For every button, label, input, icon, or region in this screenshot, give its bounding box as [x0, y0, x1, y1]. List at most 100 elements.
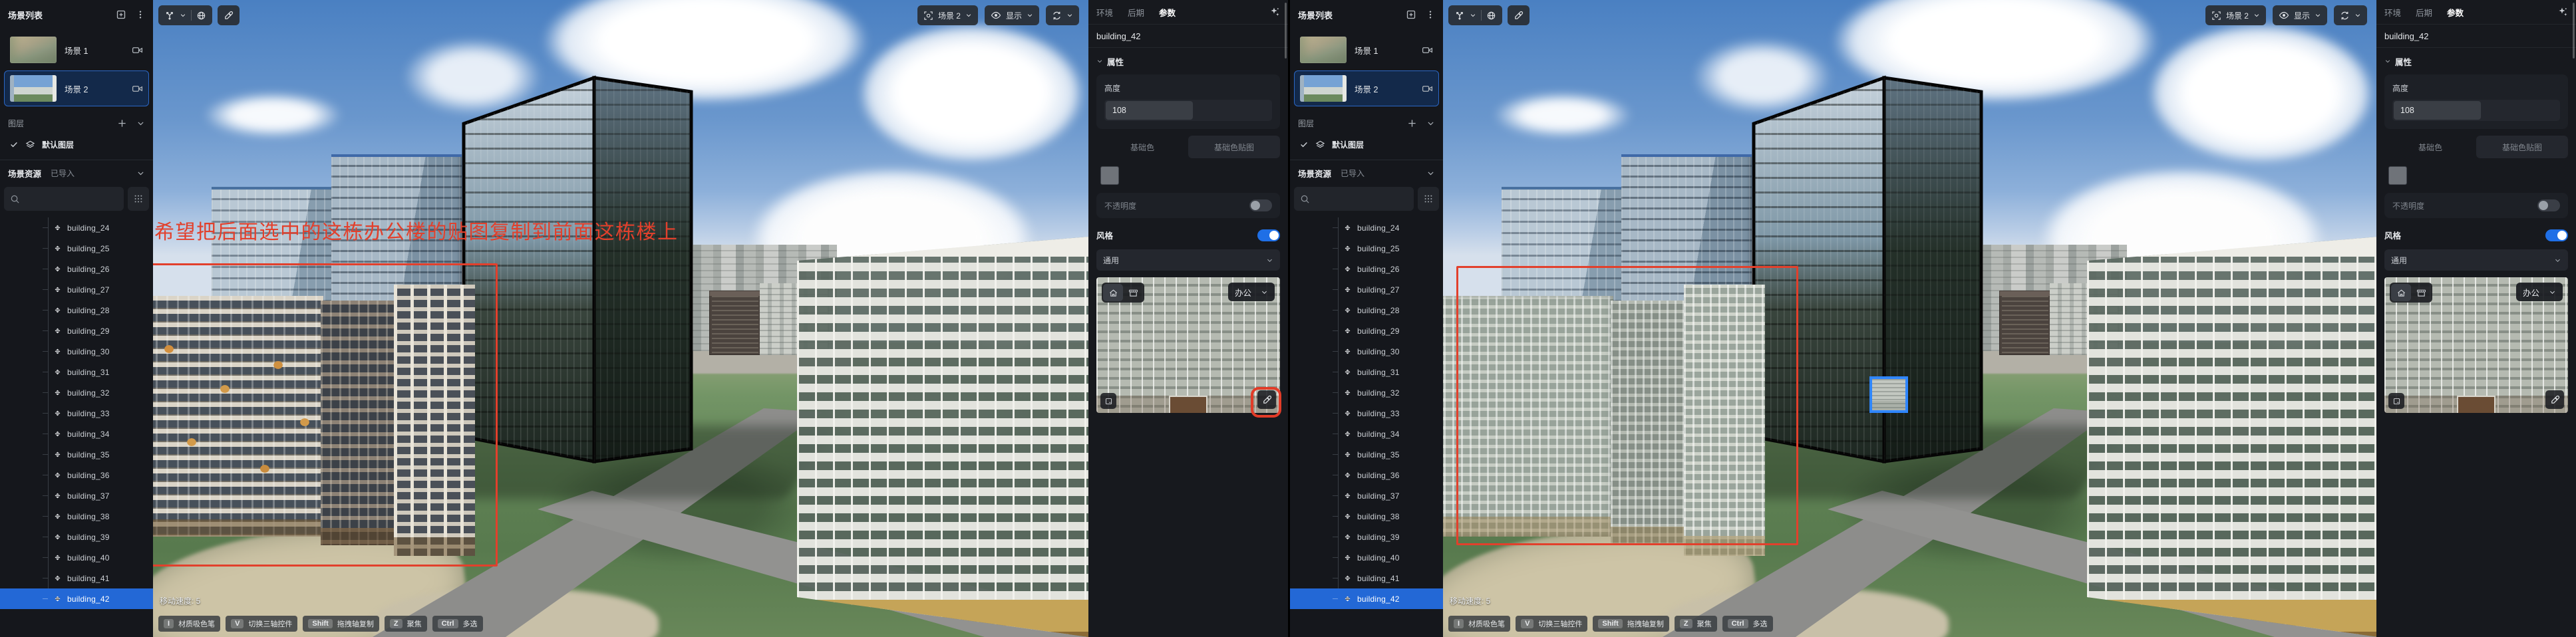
height-input[interactable]: 108 — [1104, 100, 1272, 121]
move-axes-icon[interactable] — [1454, 10, 1465, 21]
properties-section-header[interactable]: 属性 — [2384, 48, 2568, 74]
building-list-item[interactable]: building_29 — [0, 320, 153, 341]
more-menu-icon[interactable] — [1426, 10, 1435, 19]
base-color-swatch[interactable] — [2388, 166, 2407, 185]
building-list-item[interactable]: building_31 — [0, 362, 153, 382]
add-layer-icon[interactable] — [1407, 118, 1417, 128]
display-dropdown[interactable]: 显示 — [984, 5, 1039, 25]
building-list-item[interactable]: building_27 — [0, 279, 153, 300]
building-list-item[interactable]: building_25 — [0, 238, 153, 259]
tab-base-color[interactable]: 基础色 — [2384, 136, 2476, 158]
eyedropper-tool-button[interactable] — [1508, 5, 1530, 25]
building-list-item[interactable]: building_32 — [0, 382, 153, 403]
building-list-item[interactable]: building_34 — [1290, 424, 1443, 444]
building-list-item[interactable]: building_37 — [1290, 485, 1443, 506]
building-list-item[interactable]: building_26 — [1290, 259, 1443, 279]
camera-icon[interactable] — [132, 83, 143, 94]
building-list-item[interactable]: building_39 — [1290, 527, 1443, 547]
picked-material-swatch[interactable] — [1869, 376, 1908, 413]
eyedropper-tool-button[interactable] — [218, 5, 240, 25]
building-list-item[interactable]: building_32 — [1290, 382, 1443, 403]
building-list-item[interactable]: building_38 — [0, 506, 153, 527]
sync-view-dropdown[interactable] — [2334, 5, 2367, 25]
material-picker-button[interactable] — [2545, 390, 2564, 409]
storefront-style-button[interactable] — [2411, 284, 2431, 301]
sync-view-dropdown[interactable] — [1046, 5, 1079, 25]
scene-item-1[interactable]: 场景 1 — [1294, 32, 1439, 68]
building-list-item[interactable]: building_29 — [1290, 320, 1443, 341]
more-menu-icon[interactable] — [136, 10, 145, 19]
building-style-button[interactable] — [2391, 284, 2411, 301]
building-list-item[interactable]: building_38 — [1290, 506, 1443, 527]
camera-icon[interactable] — [1422, 45, 1433, 56]
collapse-resources-icon[interactable] — [136, 169, 145, 178]
collapse-layers-icon[interactable] — [136, 119, 145, 128]
collapse-resources-icon[interactable] — [1426, 169, 1435, 178]
style-category-select[interactable]: 通用 — [2384, 249, 2568, 271]
collapse-layers-icon[interactable] — [1426, 119, 1435, 128]
add-scene-icon[interactable] — [116, 9, 126, 20]
building-list-item[interactable]: building_42 — [0, 588, 153, 609]
building-list-item[interactable]: building_28 — [1290, 300, 1443, 320]
style-type-select[interactable]: 办公 — [1227, 283, 1275, 301]
style-texture-preview[interactable]: 办公 — [1096, 277, 1281, 418]
scene-selector[interactable]: 场景 2 — [2205, 5, 2266, 25]
camera-icon[interactable] — [1422, 83, 1433, 94]
transform-tools[interactable] — [1448, 5, 1502, 25]
scene-item-1[interactable]: 场景 1 — [4, 32, 149, 68]
building-list-item[interactable]: building_30 — [0, 341, 153, 362]
panel-scrollbar[interactable] — [2573, 3, 2575, 59]
tab-environment[interactable]: 环境 — [1096, 6, 1113, 19]
grid-view-button[interactable] — [128, 187, 149, 211]
tab-parameters[interactable]: 参数 — [1159, 6, 1176, 19]
style-toggle[interactable] — [1257, 229, 1280, 241]
grid-view-button[interactable] — [1418, 187, 1439, 211]
transform-tools[interactable] — [158, 5, 212, 25]
tab-environment[interactable]: 环境 — [2384, 6, 2401, 19]
style-category-select[interactable]: 通用 — [1096, 249, 1280, 271]
opacity-toggle[interactable] — [2537, 199, 2560, 211]
tab-parameters[interactable]: 参数 — [2447, 6, 2464, 19]
building-list-item[interactable]: building_33 — [0, 403, 153, 424]
ai-sparkle-icon[interactable] — [2557, 7, 2568, 17]
3d-viewport[interactable]: 场景 2 显示 移动速度: 5 I 材质吸色笔 V 切换三轴控件 Shift 拖… — [1443, 0, 2376, 637]
height-input[interactable]: 108 — [2392, 100, 2560, 121]
building-list-item[interactable]: building_24 — [0, 217, 153, 238]
search-input[interactable] — [1294, 187, 1414, 211]
building-list-item[interactable]: building_35 — [0, 444, 153, 465]
tab-base-color-map[interactable]: 基础色贴图 — [1188, 136, 1280, 158]
tab-postprocess[interactable]: 后期 — [1128, 6, 1144, 19]
default-layer-row[interactable]: 默认图层 — [1290, 134, 1443, 154]
scene-item-2[interactable]: 场景 2 — [1294, 70, 1439, 106]
globe-icon[interactable] — [1486, 11, 1496, 21]
default-layer-row[interactable]: 默认图层 — [0, 134, 153, 154]
opacity-toggle[interactable] — [1249, 199, 1272, 211]
building-list-item[interactable]: building_42 — [1290, 588, 1443, 609]
tile-preview-button[interactable] — [2388, 393, 2404, 409]
ai-sparkle-icon[interactable] — [1269, 7, 1280, 17]
globe-icon[interactable] — [196, 11, 206, 21]
building-list-item[interactable]: building_35 — [1290, 444, 1443, 465]
building-list-item[interactable]: building_31 — [1290, 362, 1443, 382]
base-color-swatch[interactable] — [1100, 166, 1119, 185]
move-axes-icon[interactable] — [164, 10, 175, 21]
3d-viewport[interactable]: 场景 2 显示 希望把后面选中的这栋办公楼的贴图复制到前面这栋楼上 移动速度: … — [153, 0, 1088, 637]
building-list-item[interactable]: building_41 — [0, 568, 153, 588]
display-dropdown[interactable]: 显示 — [2272, 5, 2327, 25]
tab-postprocess[interactable]: 后期 — [2416, 6, 2432, 19]
building-list-item[interactable]: building_28 — [0, 300, 153, 320]
panel-scrollbar[interactable] — [1285, 3, 1287, 59]
building-list-item[interactable]: building_40 — [1290, 547, 1443, 568]
building-list-item[interactable]: building_33 — [1290, 403, 1443, 424]
building-list-item[interactable]: building_26 — [0, 259, 153, 279]
add-scene-icon[interactable] — [1406, 9, 1416, 20]
scene-selector[interactable]: 场景 2 — [917, 5, 978, 25]
style-texture-preview[interactable]: 办公 — [2384, 277, 2568, 413]
search-input[interactable] — [4, 187, 124, 211]
tab-base-color[interactable]: 基础色 — [1096, 136, 1188, 158]
building-list-item[interactable]: building_30 — [1290, 341, 1443, 362]
building-list-item[interactable]: building_27 — [1290, 279, 1443, 300]
building-list-item[interactable]: building_24 — [1290, 217, 1443, 238]
tile-preview-button[interactable] — [1100, 393, 1116, 409]
building-list-item[interactable]: building_25 — [1290, 238, 1443, 259]
